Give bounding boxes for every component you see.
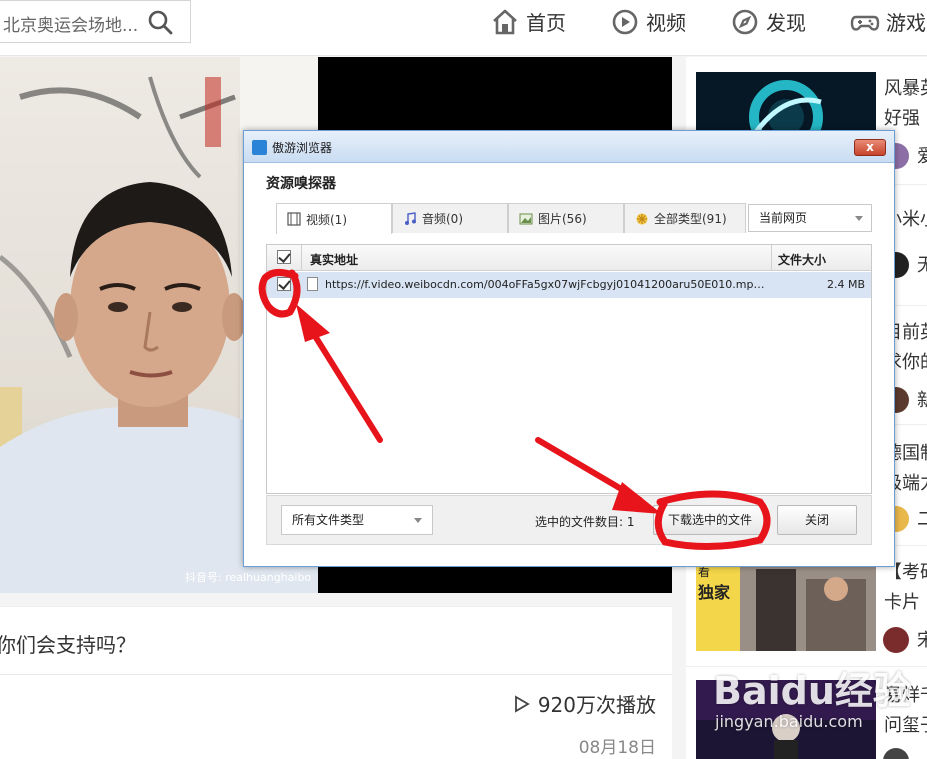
post-stats-panel: 920万次播放 08月18日 — [0, 674, 672, 759]
nav-label-video: 视频 — [646, 11, 686, 35]
thumbnail-image — [696, 559, 876, 651]
nav-label-games: 游戏 — [886, 11, 926, 35]
resource-tabs: 视频(1) 音频(0) 图片(56) 全部类型(91) — [276, 203, 746, 234]
chevron-down-icon — [414, 518, 422, 523]
tab-label: 全部类型(91) — [654, 212, 727, 226]
avatar — [883, 627, 909, 653]
close-button[interactable]: 关闭 — [777, 505, 857, 535]
file-type-filter-dropdown[interactable]: 所有文件类型 — [281, 505, 433, 535]
dialog-footer: 所有文件类型 选中的文件数目: 1 下载选中的文件 关闭 — [266, 495, 872, 545]
row-checkbox[interactable] — [277, 277, 291, 291]
tab-all-types[interactable]: 全部类型(91) — [624, 203, 746, 233]
asterisk-icon — [636, 213, 648, 224]
music-note-icon — [405, 211, 416, 225]
search-box[interactable]: 北京奥运会场地... — [0, 0, 191, 43]
screen: 北京奥运会场地... 首页 视频 发现 游戏 抖音号: realhuanghai… — [0, 0, 927, 759]
post-date: 08月18日 — [578, 738, 656, 758]
selected-count: 选中的文件数目: 1 — [535, 515, 635, 529]
dialog-heading: 资源嗅探器 — [266, 176, 336, 192]
play-count-text: 920万次播放 — [537, 693, 656, 717]
baidu-jingyan-watermark: Baidu经验 jingyan.baidu.com — [713, 660, 923, 740]
image-icon — [519, 213, 533, 224]
author-name: 二 — [917, 509, 927, 530]
scope-value: 当前网页 — [759, 211, 808, 225]
dialog-titlebar[interactable]: 傲游浏览器 x — [244, 131, 894, 163]
home-icon — [493, 9, 517, 34]
post-title: 你们会支持吗？ — [0, 633, 136, 657]
file-icon — [307, 277, 318, 291]
table-row[interactable]: https://f.video.weibocdn.com/004oFFa5gx0… — [267, 272, 871, 298]
dialog-title: 傲游浏览器 — [272, 141, 333, 155]
compass-icon — [732, 9, 758, 34]
tab-images[interactable]: 图片(56) — [508, 203, 624, 233]
nav-item-video[interactable]: 视频 — [610, 0, 686, 43]
nav-label-discover: 发现 — [766, 11, 806, 35]
search-icon[interactable] — [147, 9, 173, 35]
tab-label: 音频(0) — [422, 212, 463, 226]
column-header-url: 真实地址 — [310, 253, 359, 267]
nav-label-home: 首页 — [526, 11, 566, 35]
watermark-logo-text: Baidu经验 — [713, 669, 911, 713]
play-outline-icon — [514, 694, 530, 713]
recommendation-title-line2: 卡片 — [884, 592, 920, 613]
select-all-checkbox[interactable] — [277, 250, 291, 264]
table-header: 真实地址 文件大小 — [267, 245, 871, 271]
tab-video[interactable]: 视频(1) — [276, 203, 392, 234]
play-count: 920万次播放 — [514, 689, 656, 718]
author-name: 爱 — [917, 146, 927, 167]
avatar — [883, 748, 909, 759]
maxthon-logo-icon — [252, 140, 267, 155]
resource-sniffer-dialog: 傲游浏览器 x 资源嗅探器 视频(1) 音频(0) 图片(56) 全部类型(91… — [243, 130, 895, 567]
chevron-down-icon — [855, 216, 863, 221]
recommendation-title: 风暴英 — [884, 78, 927, 99]
author-name: 新 — [917, 390, 927, 411]
author-name: 宋 — [917, 630, 927, 651]
gamepad-icon — [850, 15, 880, 31]
header-checkbox-cell — [267, 245, 302, 271]
scope-dropdown[interactable]: 当前网页 — [748, 204, 872, 232]
film-icon — [287, 212, 301, 226]
nav-item-games[interactable]: 游戏 — [850, 0, 926, 43]
column-header-size: 文件大小 — [778, 253, 827, 267]
download-selected-button[interactable]: 下载选中的文件 — [653, 505, 767, 535]
tab-label: 视频(1) — [306, 212, 347, 227]
post-title-panel: 你们会支持吗？ — [0, 606, 672, 674]
top-navigation-bar: 北京奥运会场地... 首页 视频 发现 游戏 — [0, 0, 927, 56]
video-watermark: 抖音号: realhuanghaibo — [185, 571, 312, 584]
thumbnail-badge: 独家 — [698, 579, 731, 603]
tab-audio[interactable]: 音频(0) — [392, 203, 508, 233]
author-name: 无 — [917, 255, 927, 276]
filter-value: 所有文件类型 — [292, 513, 365, 527]
watermark-url: jingyan.baidu.com — [715, 712, 863, 731]
close-icon[interactable]: x — [854, 139, 886, 156]
resource-url: https://f.video.weibocdn.com/004oFFa5gx0… — [325, 278, 765, 291]
recommendation-title-line2: 好强 — [884, 108, 920, 129]
nav-item-discover[interactable]: 发现 — [730, 0, 806, 43]
resource-size: 2.4 MB — [826, 278, 865, 291]
nav-item-home[interactable]: 首页 — [490, 0, 566, 43]
resource-table: 真实地址 文件大小 https://f.video.weibocdn.com/0… — [266, 244, 872, 494]
column-divider — [771, 245, 772, 271]
tab-label: 图片(56) — [538, 212, 587, 226]
search-input[interactable]: 北京奥运会场地... — [3, 11, 138, 36]
play-circle-icon — [612, 9, 638, 34]
